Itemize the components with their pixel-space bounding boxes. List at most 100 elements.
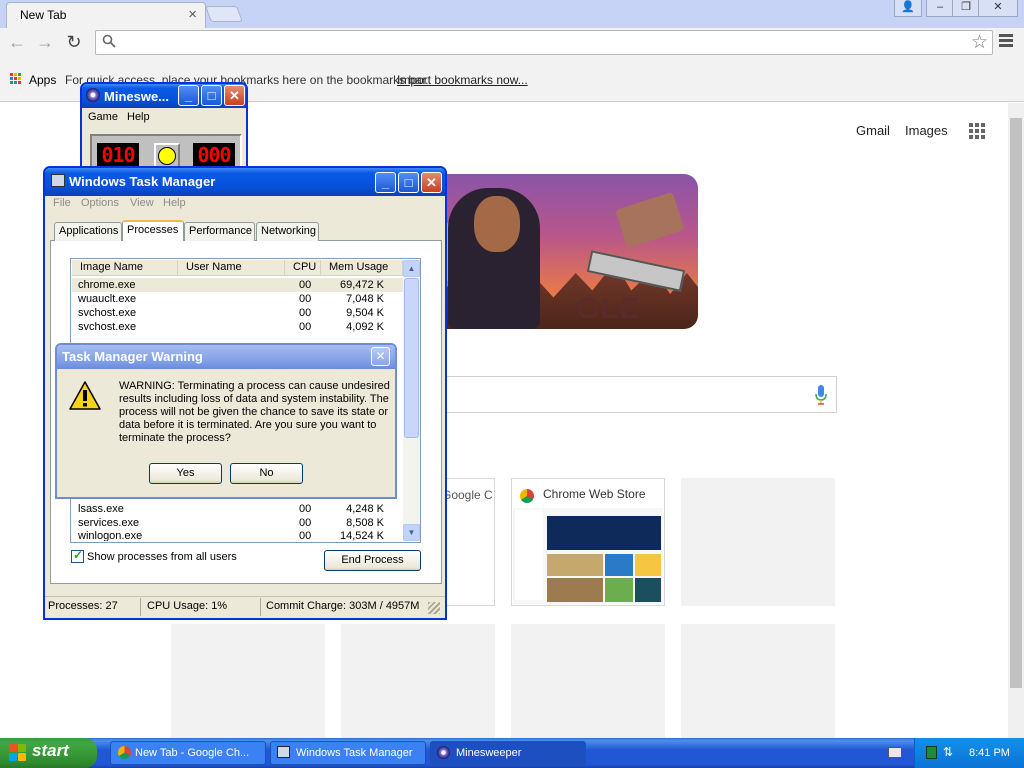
maximize-button[interactable]: □	[201, 85, 222, 106]
scroll-down-arrow-icon[interactable]: ▼	[403, 524, 420, 541]
timer-display: 000	[193, 143, 235, 167]
process-cpu: 00	[299, 307, 312, 319]
menu-help[interactable]: Help	[163, 197, 186, 209]
start-label: start	[32, 741, 69, 760]
process-name[interactable]: chrome.exe	[78, 279, 135, 291]
close-window-button[interactable]: ✕	[978, 0, 1018, 17]
status-separator	[260, 598, 261, 616]
doodle-face	[474, 196, 520, 252]
close-button[interactable]: ✕	[224, 85, 245, 106]
tab-title: New Tab	[20, 8, 67, 22]
tab-networking[interactable]: Networking	[256, 222, 319, 241]
no-button[interactable]: No	[230, 463, 303, 484]
menu-view[interactable]: View	[130, 197, 154, 209]
taskbar-label: Minesweeper	[456, 747, 522, 759]
process-cpu: 00	[299, 293, 312, 305]
google-apps-icon[interactable]	[969, 123, 985, 139]
menu-file[interactable]: File	[53, 197, 71, 209]
warning-close-button[interactable]: ✕	[371, 347, 390, 366]
apps-grid-icon[interactable]	[10, 73, 22, 85]
chrome-menu-icon[interactable]	[999, 34, 1013, 50]
process-name[interactable]: svchost.exe	[78, 307, 136, 319]
status-commit-charge: Commit Charge: 303M / 4957M	[266, 600, 420, 612]
back-arrow-icon[interactable]: ←	[6, 31, 28, 53]
task-manager-title: Windows Task Manager	[69, 174, 216, 189]
user-icon[interactable]: 👤	[894, 0, 922, 17]
warning-message: WARNING: Terminating a process can cause…	[119, 380, 390, 444]
status-cpu-usage: CPU Usage: 1%	[147, 600, 228, 612]
minimize-button[interactable]: –	[926, 0, 954, 17]
microphone-icon[interactable]	[814, 384, 828, 406]
process-mem: 4,092 K	[346, 321, 384, 333]
process-name[interactable]: lsass.exe	[78, 503, 124, 515]
network-icon[interactable]: ⇅	[943, 745, 959, 759]
process-mem: 9,504 K	[346, 307, 384, 319]
process-name[interactable]: services.exe	[78, 517, 139, 529]
process-name[interactable]: wuauclt.exe	[78, 293, 136, 305]
images-link[interactable]: Images	[905, 123, 948, 138]
tile-label-chrome-web-store: Chrome Web Store	[543, 487, 646, 501]
end-process-button[interactable]: End Process	[324, 550, 421, 571]
warning-triangle-icon	[69, 381, 101, 410]
column-mem-usage[interactable]: Mem Usage	[321, 260, 403, 276]
reload-icon[interactable]: ↻	[63, 31, 85, 53]
status-processes: Processes: 27	[48, 600, 118, 612]
task-manager-icon	[277, 746, 290, 758]
minimize-button[interactable]: _	[178, 85, 199, 106]
clock[interactable]: 8:41 PM	[969, 747, 1010, 759]
maximize-button[interactable]: □	[398, 172, 419, 193]
process-mem: 14,524 K	[339, 530, 384, 541]
gmail-link[interactable]: Gmail	[856, 123, 890, 138]
minimize-button[interactable]: _	[375, 172, 396, 193]
process-list-scroll-thumb[interactable]	[404, 278, 419, 438]
keyboard-icon[interactable]	[888, 747, 902, 758]
chrome-web-store-thumbnail	[513, 508, 663, 604]
scroll-up-arrow-icon[interactable]: ▲	[403, 260, 420, 277]
chrome-web-store-icon	[520, 489, 534, 503]
process-mem: 8,508 K	[346, 517, 384, 529]
process-cpu: 00	[299, 517, 312, 529]
google-search-box[interactable]	[420, 376, 837, 413]
menu-game[interactable]: Game	[88, 111, 118, 123]
tab-close-icon[interactable]: ×	[188, 6, 197, 23]
process-cpu: 00	[299, 321, 312, 333]
new-tab-button[interactable]	[205, 6, 243, 22]
restore-button[interactable]: ❐	[952, 0, 980, 17]
process-name[interactable]: winlogon.exe	[78, 530, 142, 541]
doodle-book	[615, 191, 685, 249]
menu-help[interactable]: Help	[127, 111, 150, 123]
doodle-logo-text: GLE	[576, 292, 641, 325]
apps-link[interactable]: Apps	[29, 73, 56, 87]
address-bar[interactable]: ☆	[95, 30, 993, 55]
forward-arrow-icon[interactable]: →	[34, 31, 56, 53]
bookmark-star-icon[interactable]: ☆	[971, 31, 988, 54]
column-image-name[interactable]: Image Name	[72, 260, 178, 276]
menu-options[interactable]: Options	[81, 197, 119, 209]
tab-processes[interactable]: Processes	[122, 220, 184, 241]
search-icon	[102, 34, 116, 48]
show-all-processes-label[interactable]: Show processes from all users	[87, 551, 237, 563]
tile-label-google: Google C	[442, 488, 493, 502]
tab-new-tab[interactable]: New Tab ×	[6, 2, 206, 28]
process-cpu: 00	[299, 530, 312, 541]
yes-button[interactable]: Yes	[149, 463, 222, 484]
google-doodle[interactable]	[420, 174, 698, 329]
status-separator	[140, 598, 141, 616]
show-all-processes-checkbox[interactable]	[71, 548, 84, 563]
process-mem: 4,248 K	[346, 503, 384, 515]
page-scroll-thumb[interactable]	[1010, 118, 1022, 688]
mine-icon	[86, 88, 100, 102]
tray-app-icon[interactable]	[926, 746, 937, 759]
column-cpu[interactable]: CPU	[285, 260, 321, 276]
taskbar-label: Windows Task Manager	[296, 747, 413, 759]
chrome-icon	[118, 746, 131, 759]
tab-performance[interactable]: Performance	[184, 222, 255, 241]
task-manager-icon	[51, 174, 65, 187]
process-name[interactable]: svchost.exe	[78, 321, 136, 333]
warning-title: Task Manager Warning	[62, 349, 203, 364]
import-bookmarks-link[interactable]: Import bookmarks now...	[397, 73, 528, 87]
column-user-name[interactable]: User Name	[178, 260, 285, 276]
resize-grip-icon[interactable]	[428, 602, 440, 614]
tab-applications[interactable]: Applications	[54, 222, 122, 241]
close-button[interactable]: ✕	[421, 172, 442, 193]
